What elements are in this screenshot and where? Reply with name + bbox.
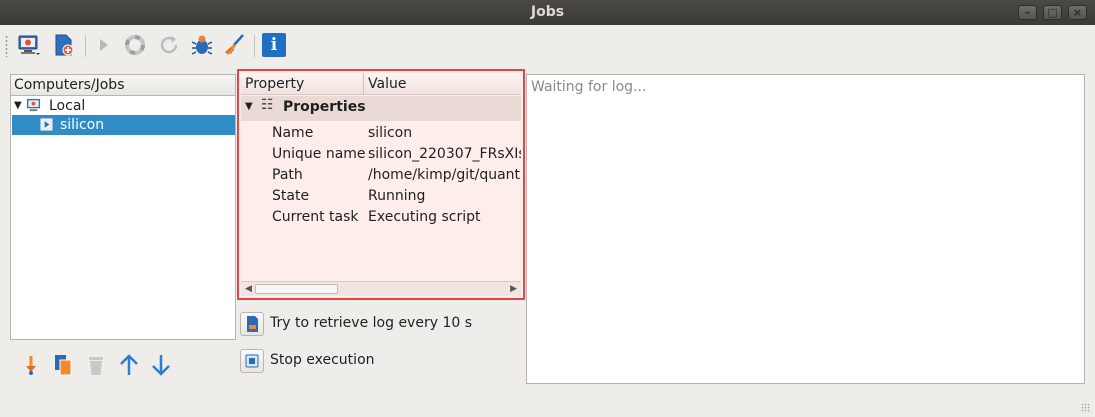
property-key: Name <box>272 125 314 141</box>
property-key: Unique name <box>272 146 366 162</box>
tree-item-local[interactable]: ▼ Local <box>13 96 233 116</box>
stop-execution-label: Stop execution <box>270 352 375 368</box>
broom-icon[interactable] <box>222 33 246 57</box>
delete-icon[interactable] <box>83 352 109 378</box>
retrieve-log-button[interactable] <box>240 312 264 336</box>
table-row[interactable]: Unique name silicon_220307_FRsXIs <box>241 144 521 165</box>
list-icon: ☷ <box>261 97 274 113</box>
scrollbar-thumb[interactable] <box>255 284 338 294</box>
property-value: Running <box>368 188 426 204</box>
column-header-property[interactable]: Property <box>245 73 304 95</box>
properties-table[interactable]: Property Value ▼ ☷ Properties Name silic… <box>237 69 525 300</box>
property-key: State <box>272 188 310 204</box>
tree-item-silicon[interactable]: silicon <box>12 115 235 135</box>
tree-header[interactable]: Computers/Jobs <box>10 74 236 95</box>
refresh-icon[interactable] <box>157 33 181 57</box>
close-icon[interactable]: × <box>1068 5 1087 20</box>
move-down-icon[interactable] <box>148 352 174 378</box>
table-row[interactable]: Path /home/kimp/git/quant <box>241 165 521 186</box>
toolbar: i <box>0 25 1095 65</box>
table-row[interactable]: Name silicon <box>241 123 521 144</box>
table-row[interactable]: Current task Executing script <box>241 207 521 228</box>
copy-icon[interactable] <box>50 352 76 378</box>
table-row[interactable]: State Running <box>241 186 521 207</box>
property-value: silicon_220307_FRsXIs <box>368 146 521 162</box>
stop-icon <box>245 354 259 368</box>
stop-execution-button[interactable] <box>240 349 264 373</box>
group-label: Properties <box>283 99 366 115</box>
tree-item-label: silicon <box>60 117 105 133</box>
property-key: Current task <box>272 209 359 225</box>
property-value: Executing script <box>368 209 481 225</box>
horizontal-scrollbar[interactable]: ◀ ▶ <box>241 281 521 296</box>
window-title: Jobs <box>530 4 565 20</box>
move-up-icon[interactable] <box>116 352 142 378</box>
window-titlebar: Jobs – □ × <box>0 0 1095 25</box>
size-grip[interactable] <box>1081 403 1091 413</box>
scroll-right-icon[interactable]: ▶ <box>510 282 517 297</box>
tree-item-label: Local <box>49 98 86 114</box>
scroll-left-icon[interactable]: ◀ <box>245 282 252 297</box>
log-file-icon <box>247 316 258 332</box>
column-header-value[interactable]: Value <box>368 73 406 95</box>
stop-execution-row[interactable]: Stop execution <box>240 349 440 375</box>
computer-settings-icon[interactable] <box>17 33 41 57</box>
computers-jobs-tree[interactable]: ▼ Local silicon <box>10 95 236 340</box>
info-icon[interactable]: i <box>262 33 286 57</box>
properties-group-row[interactable]: ▼ ☷ Properties <box>241 96 521 121</box>
expand-arrow-icon[interactable]: ▼ <box>14 96 22 116</box>
minimize-icon[interactable]: – <box>1018 5 1037 20</box>
property-key: Path <box>272 167 303 183</box>
edit-icon[interactable] <box>18 352 44 378</box>
log-viewer[interactable]: Waiting for log... <box>526 74 1085 384</box>
toolbar-separator <box>85 35 86 57</box>
retrieve-log-row[interactable]: Try to retrieve log every 10 s <box>240 312 500 338</box>
maximize-icon[interactable]: □ <box>1043 5 1062 20</box>
collapse-arrow-icon[interactable]: ▼ <box>245 101 253 112</box>
job-icon <box>40 118 53 131</box>
run-icon[interactable] <box>92 33 116 57</box>
toolbar-separator <box>254 35 255 57</box>
property-value: /home/kimp/git/quant <box>368 167 521 183</box>
log-placeholder: Waiting for log... <box>531 79 647 95</box>
toolbar-grip[interactable] <box>5 35 8 57</box>
properties-header: Property Value <box>241 73 521 95</box>
new-job-icon[interactable] <box>52 33 76 57</box>
help-ring-icon[interactable] <box>123 33 147 57</box>
bug-icon[interactable] <box>190 33 214 57</box>
property-value: silicon <box>368 125 413 141</box>
retrieve-log-label: Try to retrieve log every 10 s <box>270 315 473 331</box>
computer-icon <box>26 98 41 112</box>
